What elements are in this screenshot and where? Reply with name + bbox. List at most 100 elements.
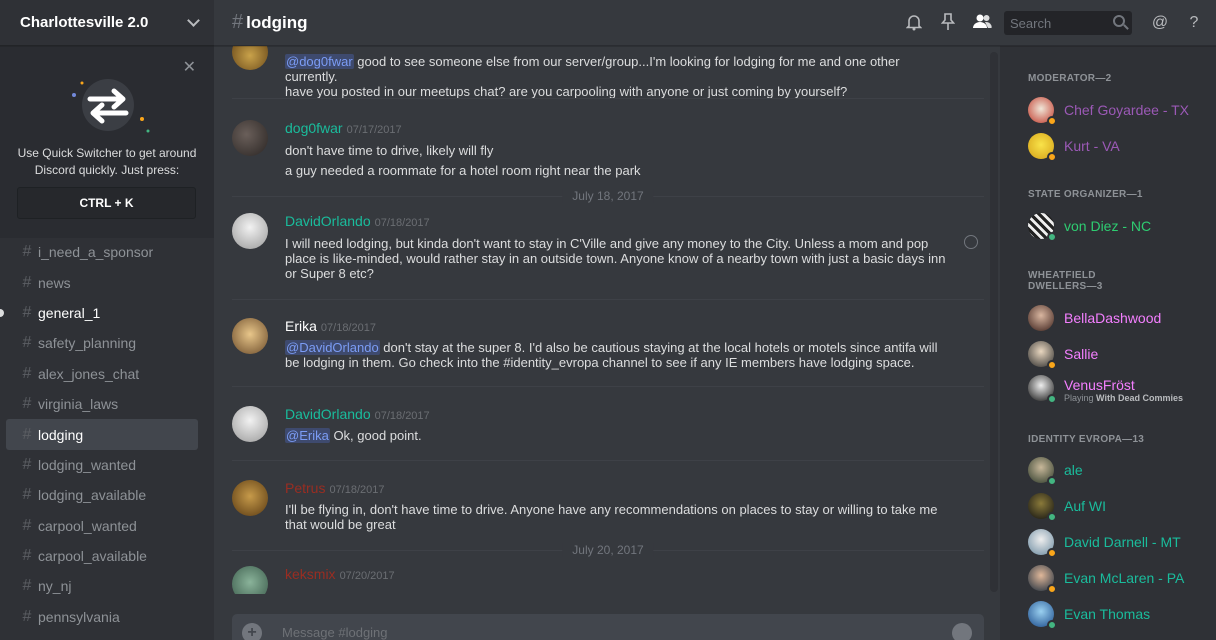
status-online-icon — [1047, 476, 1057, 486]
member-item[interactable]: BellaDashwood — [1028, 305, 1208, 337]
search-icon — [1113, 15, 1125, 27]
message-header: DavidOrlando 07/18/2017 — [285, 213, 430, 229]
member-item[interactable]: Evan McLaren - PA — [1028, 565, 1208, 597]
member-name: VenusFröst — [1064, 377, 1135, 393]
channel-name: carpool_wanted — [38, 517, 137, 534]
message-text: don't have time to drive, likely will fl… — [285, 143, 494, 158]
message-divider — [232, 460, 984, 461]
member-name: Evan Thomas — [1064, 606, 1151, 622]
channel-item-selected[interactable]: # lodging — [6, 419, 198, 450]
emoji-icon[interactable] — [952, 623, 972, 640]
avatar[interactable] — [232, 120, 268, 156]
message-text: have you posted in our meetups chat? are… — [285, 84, 848, 99]
unread-indicator — [0, 308, 4, 317]
add-reaction-icon[interactable] — [964, 235, 978, 249]
pin-icon[interactable] — [938, 13, 958, 33]
author-name[interactable]: Petrus — [285, 480, 325, 496]
channel-item[interactable]: # lodging_wanted — [6, 450, 198, 480]
channel-list: # i_need_a_sponsor # news # general_1 # safe… — [0, 237, 214, 632]
channel-name: safety_planning — [38, 335, 137, 352]
avatar[interactable] — [232, 480, 268, 516]
member-group-title: STATE ORGANIZER—1 — [1028, 189, 1143, 200]
avatar[interactable] — [232, 213, 268, 249]
status-idle-icon — [1047, 152, 1057, 162]
date-divider: July 18, 2017 — [232, 189, 984, 203]
channel-name: pennsylvania — [38, 608, 120, 625]
search-input[interactable]: Search — [1004, 11, 1132, 35]
author-name[interactable]: dog0fwar — [285, 120, 343, 136]
hash-icon: # — [22, 516, 32, 534]
channel-item[interactable]: # news — [6, 267, 198, 297]
avatar[interactable] — [232, 566, 268, 594]
user-mention[interactable]: @Erika — [285, 428, 330, 443]
hash-icon: # — [22, 273, 32, 291]
message-text: don't stay at the super 8. I'd also be c… — [285, 340, 938, 370]
message-header: dog0fwar 07/17/2017 — [285, 120, 402, 136]
help-icon[interactable]: ? — [1184, 13, 1204, 33]
channel-item[interactable]: # lodging_available — [6, 480, 198, 510]
author-name[interactable]: DavidOrlando — [285, 406, 371, 422]
channel-item[interactable]: # carpool_wanted — [6, 511, 198, 541]
user-mention[interactable]: @dog0fwar — [285, 54, 354, 69]
channel-item[interactable]: # virginia_laws — [6, 389, 198, 419]
scrollbar[interactable] — [990, 52, 998, 592]
channel-name: i_need_a_sponsor — [38, 244, 154, 261]
channel-item[interactable]: # safety_planning — [6, 328, 198, 358]
channel-name: alex_jones_chat — [38, 365, 140, 382]
channel-item[interactable]: # alex_jones_chat — [6, 359, 198, 389]
author-name[interactable]: keksmix — [285, 566, 336, 582]
member-item[interactable]: Evan Thomas — [1028, 601, 1208, 633]
status-idle-icon — [1047, 584, 1057, 594]
status-idle-icon — [1047, 548, 1057, 558]
status-online-icon — [1047, 394, 1057, 404]
member-item[interactable]: ale — [1028, 457, 1208, 489]
message-composer[interactable]: + Message #lodging — [232, 614, 984, 640]
hash-icon: # — [22, 607, 32, 625]
member-name: von Diez - NC — [1064, 218, 1152, 234]
member-list: MODERATOR—2 Chef Goyardee - TX Kurt - VA… — [1000, 46, 1216, 640]
member-item[interactable]: Auf WI — [1028, 493, 1208, 525]
avatar[interactable] — [232, 406, 268, 442]
close-icon[interactable]: ✕ — [183, 57, 196, 77]
message-input-placeholder[interactable]: Message #lodging — [282, 625, 388, 640]
member-item[interactable]: Sallie — [1028, 341, 1208, 373]
channel-item[interactable]: # pennsylvania — [6, 602, 198, 632]
date-divider: July 20, 2017 — [232, 543, 984, 557]
member-name: ale — [1064, 462, 1083, 478]
date-label: July 20, 2017 — [562, 543, 654, 557]
channel-name: virginia_laws — [38, 396, 119, 413]
bell-icon[interactable] — [904, 13, 924, 33]
hash-icon: # — [22, 243, 32, 261]
members-icon[interactable] — [972, 13, 992, 33]
timestamp: 07/18/2017 — [374, 217, 430, 229]
mention-icon[interactable]: @ — [1150, 13, 1170, 33]
channel-item[interactable]: # i_need_a_sponsor — [6, 237, 198, 267]
author-name[interactable]: DavidOrlando — [285, 213, 371, 229]
channel-name: lodging_wanted — [38, 456, 137, 473]
channel-item-unread[interactable]: # general_1 — [0, 298, 198, 328]
member-activity: Playing With Dead Commies — [1064, 393, 1183, 403]
timestamp: 07/18/2017 — [374, 410, 430, 422]
chevron-down-icon[interactable] — [187, 14, 200, 27]
member-item[interactable]: VenusFröst Playing With Dead Commies — [1028, 375, 1208, 407]
member-item[interactable]: Chef Goyardee - TX — [1028, 97, 1208, 129]
message-text: I'll be flying in, don't have time to dr… — [285, 502, 938, 532]
member-item[interactable]: Kurt - VA — [1028, 133, 1208, 165]
avatar[interactable] — [232, 318, 268, 354]
member-group-title: IDENTITY EVROPA—13 — [1028, 434, 1145, 445]
channel-item[interactable]: # ny_nj — [6, 571, 198, 601]
member-name: Kurt - VA — [1064, 138, 1120, 154]
avatar[interactable] — [232, 46, 268, 70]
channel-item[interactable]: # carpool_available — [6, 541, 198, 571]
member-item[interactable]: von Diez - NC — [1028, 213, 1208, 245]
channel-name: news — [38, 274, 71, 291]
user-mention[interactable]: @DavidOrlando — [285, 340, 380, 355]
member-item[interactable]: David Darnell - MT — [1028, 529, 1208, 561]
hash-icon: # — [22, 425, 32, 443]
author-name[interactable]: Erika — [285, 318, 317, 334]
message-list: @dog0fwar good to see someone else from … — [214, 46, 1000, 594]
message-header: Erika 07/18/2017 — [285, 318, 376, 334]
channel-sidebar: Charlottesville 2.0 ✕ Use Quick Switcher… — [0, 0, 214, 640]
upload-plus-icon[interactable]: + — [242, 623, 262, 640]
server-header[interactable]: Charlottesville 2.0 — [0, 0, 214, 46]
